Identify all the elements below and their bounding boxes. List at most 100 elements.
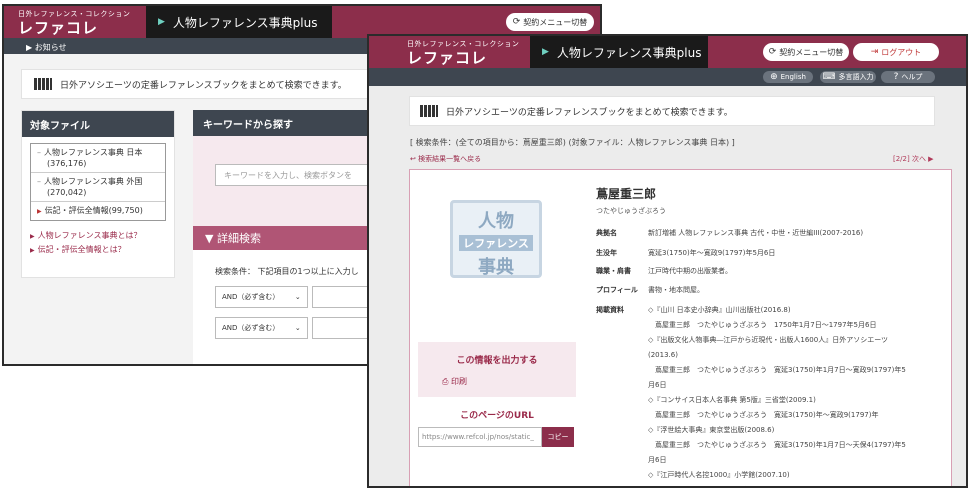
notice-link[interactable]: ▶ お知らせ	[26, 43, 67, 52]
file-count: (376,176)	[47, 159, 87, 168]
field-value: 江戸時代中期の出版業者。	[648, 267, 732, 275]
intro-banner: 日外アソシエーツの定番レファレンスブックをまとめて検索できます。	[409, 96, 935, 126]
globe-icon: ⊕	[770, 72, 778, 82]
page-url-field[interactable]: https://www.refcol.jp/nos/static_	[418, 427, 542, 447]
output-box: この情報を出力する ⎙ 印刷	[418, 342, 576, 397]
switch-menu-label: 契約メニュー切替	[779, 47, 844, 57]
operator-select[interactable]: AND（必ず含む） ⌄	[215, 317, 308, 339]
target-files-panel: 対象ファイル – 人物レファレンス事典 日本 (376,176) – 人物レファレン…	[21, 110, 175, 278]
operator-select[interactable]: AND（必ず含む） ⌄	[215, 286, 308, 308]
multilingual-input-button[interactable]: ⌨ 多言語入力	[820, 71, 876, 83]
field-key: 生没年	[596, 249, 617, 257]
chevron-down-icon: ⌄	[294, 293, 301, 301]
arrow-right-icon: ▶	[30, 233, 35, 240]
utility-bar: ⊕ English ⌨ 多言語入力 ? ヘルプ	[369, 68, 966, 86]
reference-line: ◇『浮世絵大事典』東京堂出版(2008.6)	[648, 426, 775, 434]
refresh-icon: ⟳	[512, 17, 521, 27]
switch-menu-button[interactable]: ⟳ 契約メニュー切替	[506, 13, 594, 31]
about-link-label: 人物レファレンス事典とは？	[37, 231, 142, 240]
multilingual-label: 多言語入力	[838, 73, 874, 81]
url-row: https://www.refcol.jp/nos/static_ コピー	[418, 427, 574, 447]
play-icon: ▶	[158, 17, 165, 27]
field-value: 書物・地本問屋。	[648, 286, 704, 294]
help-button[interactable]: ? ヘルプ	[881, 71, 935, 83]
reference-line: 月6日	[648, 456, 667, 464]
reference-line: 蔦屋重三郎 つたやじゅうざぶろう 寛延3(1750)年1月7日〜寛政9(1797…	[648, 366, 906, 374]
field-key: プロフィール	[596, 286, 638, 294]
person-detail-card: 人物 レファレンス 事典 この情報を出力する ⎙ 印刷 このページのURL ht…	[409, 169, 952, 486]
detail-page-window: 日外レファレンス・コレクション レファコレ ▶ 人物レファレンス事典plus ⟳…	[367, 34, 968, 488]
stamp-line: レファレンス	[459, 235, 533, 251]
switch-menu-button[interactable]: ⟳ 契約メニュー切替	[763, 43, 849, 61]
brand-logo[interactable]: レファコレ	[407, 47, 487, 68]
reference-list: ◇『山川 日本史小辞典』山川出版社(2016.8) 蔦屋重三郎 つたやじゅうざぶ…	[648, 303, 948, 486]
file-item-foreign[interactable]: – 人物レファレンス事典 外国 (270,042)	[31, 173, 165, 202]
reference-line: ◇『山川 日本史小辞典』山川出版社(2016.8)	[648, 306, 791, 314]
stamp-line: 事典	[478, 257, 514, 278]
operator-value: AND（必ず含む）	[222, 324, 280, 332]
field-source: 典拠名 新訂増補 人物レファレンス事典 古代・中世・近世編III(2007-201…	[596, 228, 863, 238]
reference-line: 蔦屋重三郎 つたやじゅうざぶろう 1750年〜1797年	[648, 483, 948, 486]
books-icon	[420, 105, 438, 117]
product-tab[interactable]: ▶ 人物レファレンス事典plus	[146, 6, 332, 38]
dash-icon: –	[37, 148, 41, 157]
field-key: 職業・肩書	[596, 267, 631, 275]
logout-button[interactable]: ⇥ ログアウト	[853, 43, 939, 61]
printer-icon: ⎙	[442, 377, 449, 386]
field-value: 新訂増補 人物レファレンス事典 古代・中世・近世編III(2007-2016)	[648, 229, 864, 237]
file-item-biography[interactable]: ▶ 伝記・評伝全情報(99,750)	[31, 202, 165, 220]
pager-next[interactable]: [2/2] 次へ ▶	[893, 154, 934, 164]
person-reading: つたやじゅうざぶろう	[596, 207, 666, 215]
field-profile: プロフィール 書物・地本問屋。	[596, 285, 704, 295]
help-icon: ?	[893, 72, 899, 82]
back-to-list-label: 検索結果一覧へ戻る	[418, 155, 482, 163]
intro-text: 日外アソシエーツの定番レファレンスブックをまとめて検索できます。	[60, 80, 347, 91]
reference-line: 蔦屋重三郎 つたやじゅうざぶろう 寛延3(1750)年〜寛政9(1797)年	[648, 411, 879, 419]
reference-line: (2013.6)	[648, 351, 678, 359]
reference-line: ◇『江戸時代人名控1000』小学館(2007.10)	[648, 471, 790, 479]
field-key: 典拠名	[596, 229, 617, 237]
brand-logo[interactable]: レファコレ	[18, 17, 98, 38]
keyboard-icon: ⌨	[822, 72, 836, 82]
stamp-line: 人物	[478, 211, 514, 232]
product-tab-label: 人物レファレンス事典plus	[556, 45, 702, 60]
logout-label: ログアウト	[881, 47, 922, 57]
field-value: 寛延3(1750)年〜寛政9(1797)年5月6日	[648, 249, 776, 257]
person-name: 蔦屋重三郎	[596, 187, 657, 201]
about-link-label: 伝記・評伝全情報とは？	[37, 245, 126, 254]
return-icon: ↩	[410, 155, 416, 163]
english-button[interactable]: ⊕ English	[763, 71, 813, 83]
file-item-japan[interactable]: – 人物レファレンス事典 日本 (376,176)	[31, 144, 165, 173]
file-label: 伝記・評伝全情報(99,750)	[44, 206, 143, 215]
about-link-denki[interactable]: ▶ 伝記・評伝全情報とは？	[22, 241, 174, 255]
logout-icon: ⇥	[870, 47, 879, 57]
product-tab[interactable]: ▶ 人物レファレンス事典plus	[530, 36, 708, 68]
about-link-jinbutsu[interactable]: ▶ 人物レファレンス事典とは？	[22, 227, 174, 241]
file-label: 人物レファレンス事典 日本	[44, 148, 143, 157]
reference-line: 蔦屋重三郎 つたやじゅうざぶろう 1750年1月7日〜1797年5月6日	[648, 321, 877, 329]
back-to-list-link[interactable]: ↩ 検索結果一覧へ戻る	[410, 154, 481, 164]
english-label: English	[780, 73, 806, 81]
print-label: 印刷	[450, 377, 467, 386]
reference-line: 蔦屋重三郎 つたやじゅうざぶろう 寛延3(1750)年1月7日〜天保4(1797…	[648, 441, 906, 449]
url-heading: このページのURL	[460, 411, 534, 421]
arrow-right-icon: ▶	[37, 208, 42, 215]
reference-line: ◇『コンサイス日本人名事典 第5版』三省堂(2009.1)	[648, 396, 816, 404]
reference-line: ◇『出版文化人物事典―江戸から近現代・出版人1600人』日外アソシエーツ	[648, 336, 889, 344]
operator-value: AND（必ず含む）	[222, 293, 280, 301]
books-icon	[34, 78, 52, 90]
help-label: ヘルプ	[901, 73, 923, 81]
chevron-down-icon: ⌄	[294, 324, 301, 332]
dash-icon: –	[37, 177, 41, 186]
print-button[interactable]: ⎙ 印刷	[442, 376, 576, 387]
field-references: 掲載資料	[596, 305, 648, 315]
switch-menu-label: 契約メニュー切替	[523, 17, 588, 27]
output-heading: この情報を出力する	[456, 356, 538, 366]
field-key: 掲載資料	[596, 306, 624, 314]
search-criteria: [ 検索条件：(全ての項目から：蔦屋重三郎) (対象ファイル：人物レファレンス事…	[410, 138, 735, 147]
copy-button[interactable]: コピー	[542, 427, 574, 447]
header-bar: 日外レファレンス・コレクション レファコレ ▶ 人物レファレンス事典plus ⟳…	[369, 36, 966, 68]
field-occupation: 職業・肩書 江戸時代中期の出版業者。	[596, 266, 732, 276]
play-icon: ▶	[542, 47, 549, 57]
jinbutsu-reference-stamp-icon: 人物 レファレンス 事典	[450, 200, 542, 278]
